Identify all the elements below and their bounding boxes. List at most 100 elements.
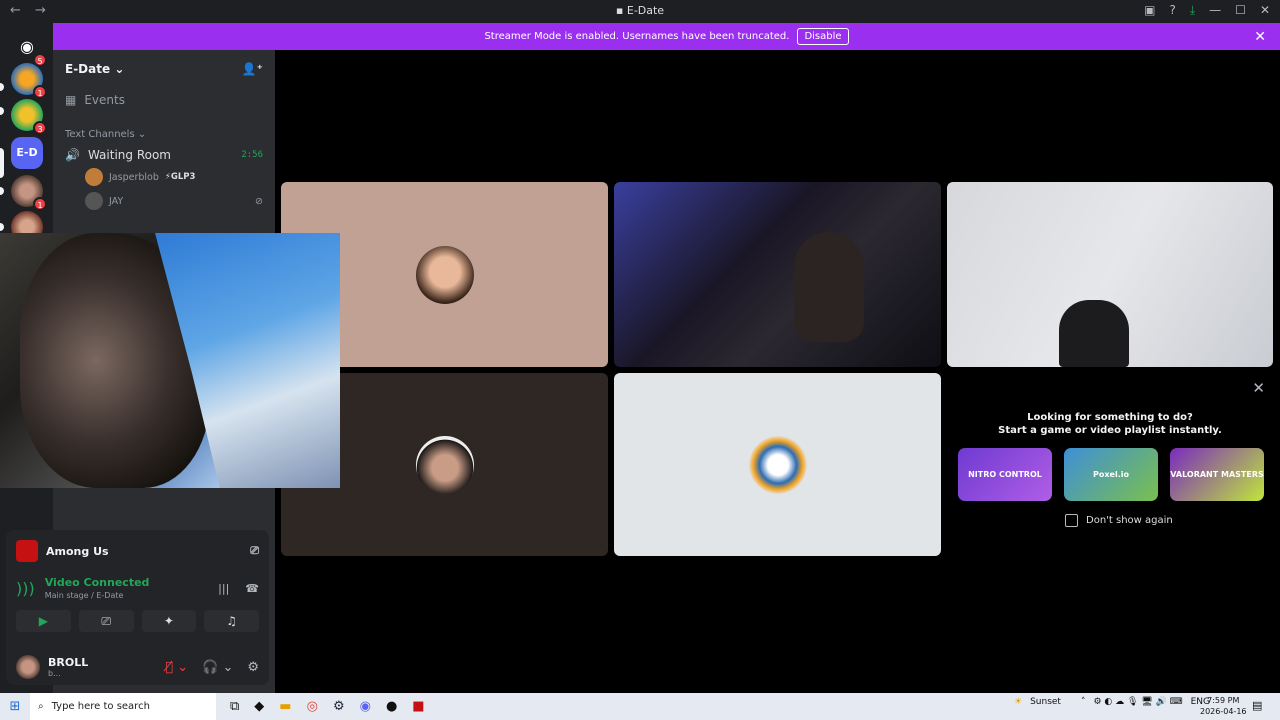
signal-icon[interactable]: ))) bbox=[16, 579, 35, 598]
voice-member[interactable]: JAY ⊘ bbox=[53, 192, 275, 210]
among-us-icon bbox=[16, 540, 38, 562]
speaker-icon: 🔊 bbox=[65, 148, 80, 162]
back-arrow-icon[interactable]: ← bbox=[10, 3, 21, 18]
search-icon: ⌕ bbox=[38, 701, 44, 712]
voice-member[interactable]: Jasperblob ⚡GLP3 bbox=[53, 168, 275, 186]
suggestion-line2: Start a game or video playlist instantly… bbox=[998, 425, 1222, 436]
copilot-icon[interactable]: ◆ bbox=[254, 699, 264, 714]
disconnect-icon[interactable]: ☎ bbox=[245, 582, 259, 595]
server-icon[interactable]: 1 bbox=[11, 175, 47, 211]
maximize-button[interactable]: ☐ bbox=[1235, 3, 1246, 18]
video-tile[interactable] bbox=[614, 182, 941, 367]
activity-suggestion: ✕ Looking for something to do? Start a g… bbox=[947, 373, 1273, 556]
member-name: JAY bbox=[109, 195, 124, 207]
server-icon[interactable]: 3 bbox=[11, 99, 47, 135]
help-icon[interactable]: ? bbox=[1169, 3, 1175, 18]
mute-microphone-icon[interactable]: 🎙̸ ⌄ bbox=[165, 660, 188, 675]
server-header[interactable]: E-Date ⌄ 👤⁺ bbox=[53, 50, 275, 87]
suggestion-line1: Looking for something to do? bbox=[1027, 412, 1193, 423]
inbox-icon[interactable]: ▣ bbox=[1144, 3, 1155, 18]
discord-home-icon[interactable]: ◉ 5 bbox=[11, 31, 47, 67]
chevron-down-icon: ⌄ bbox=[114, 62, 125, 76]
activity-card[interactable]: VALORANT MASTERS bbox=[1170, 448, 1264, 501]
suggestion-text: Looking for something to do? Start a gam… bbox=[947, 411, 1273, 437]
events-item[interactable]: ▦ Events bbox=[53, 87, 275, 113]
settings-gear-icon[interactable]: ⚙ bbox=[247, 660, 259, 675]
banner-text: Streamer Mode is enabled. Usernames have… bbox=[484, 31, 790, 42]
tray-icons[interactable]: ⚙ ◐ ☁ 🎙 🖥 🔊 ⌨ bbox=[1093, 697, 1182, 707]
activity-card[interactable]: NITRO CONTROL bbox=[958, 448, 1052, 501]
search-placeholder: Type here to search bbox=[51, 701, 150, 712]
server-icon-selected[interactable]: E-D bbox=[11, 137, 43, 169]
file-explorer-icon[interactable]: ▬ bbox=[279, 699, 291, 714]
events-label: Events bbox=[84, 93, 125, 107]
self-camera-preview[interactable] bbox=[0, 233, 340, 488]
user-status: b... bbox=[48, 669, 61, 678]
invite-icon[interactable]: 👤⁺ bbox=[242, 62, 263, 76]
forward-arrow-icon[interactable]: → bbox=[35, 3, 46, 18]
avatar bbox=[415, 435, 474, 494]
server-avatar bbox=[748, 435, 807, 494]
avatar bbox=[85, 168, 103, 186]
badge: 1 bbox=[33, 85, 47, 99]
checkbox[interactable] bbox=[1065, 514, 1078, 527]
clock-time: 7:59 PM bbox=[1207, 696, 1240, 705]
activity-row[interactable]: Among Us ⎚ bbox=[6, 530, 269, 572]
voice-channel-name: Waiting Room bbox=[87, 148, 171, 162]
connection-location: Main stage / E-Date bbox=[44, 591, 124, 600]
weather-label[interactable]: Sunset bbox=[1030, 697, 1061, 707]
window-title: ▪ E-Date bbox=[615, 4, 665, 17]
connection-status: Video Connected bbox=[44, 576, 150, 589]
streamer-figure bbox=[794, 232, 864, 342]
voice-connection: ))) Video Connected Main stage / E-Date … bbox=[6, 572, 269, 604]
show-hidden-icons[interactable]: ˄ bbox=[1081, 697, 1086, 707]
screen-share-icon[interactable]: ⎚ bbox=[250, 544, 259, 558]
member-tag: ⚡GLP3 bbox=[164, 172, 196, 182]
system-tray: ☀ Sunset ˄ ⚙ ◐ ☁ 🎙 🖥 🔊 ⌨ ENG bbox=[1014, 697, 1210, 707]
weather-icon[interactable]: ☀ bbox=[1014, 697, 1022, 707]
server-icon[interactable]: 1 bbox=[11, 63, 47, 99]
avatar bbox=[415, 245, 474, 304]
discord-taskbar-icon[interactable]: ◉ bbox=[360, 699, 371, 714]
activities-button[interactable]: ✦ bbox=[141, 610, 197, 632]
chrome-icon[interactable]: ◎ bbox=[307, 699, 318, 714]
muted-icon: ⊘ bbox=[255, 195, 263, 207]
task-view-icon[interactable]: ⧉ bbox=[230, 699, 239, 714]
activity-name: Among Us bbox=[46, 544, 109, 558]
noise-suppression-icon[interactable]: ||| bbox=[218, 582, 229, 595]
among-us-taskbar-icon[interactable]: ■ bbox=[412, 699, 424, 714]
system-clock[interactable]: 7:59 PM 2026-04-16 bbox=[1200, 695, 1247, 717]
voice-channel[interactable]: 🔊 Waiting Room 2:56 bbox=[53, 148, 275, 162]
avatar bbox=[85, 192, 103, 210]
notification-icon[interactable]: ▤ bbox=[1252, 699, 1262, 712]
minimize-button[interactable]: — bbox=[1209, 3, 1221, 18]
clock-date: 2026-04-16 bbox=[1200, 707, 1247, 716]
screen-share-button[interactable]: ⎚ bbox=[78, 610, 134, 632]
headphones-icon[interactable]: 🎧 ⌄ bbox=[202, 660, 233, 675]
dont-show-label: Don't show again bbox=[1086, 515, 1173, 526]
dont-show-again[interactable]: Don't show again bbox=[1065, 514, 1173, 527]
title-bar: ← → ▪ E-Date ▣ ? ⤓ — ☐ ✕ bbox=[0, 0, 1280, 23]
steam-icon[interactable]: ⚙ bbox=[333, 699, 345, 714]
app-icon[interactable]: ● bbox=[386, 699, 397, 714]
disable-button[interactable]: Disable bbox=[797, 28, 849, 45]
video-tile[interactable] bbox=[614, 373, 941, 556]
calendar-icon: ▦ bbox=[65, 93, 77, 107]
category-header[interactable]: Text Channels ⌄ bbox=[53, 129, 275, 140]
user-panel: BROLL b... 🎙̸ ⌄ 🎧 ⌄ ⚙ bbox=[6, 650, 269, 684]
streamer-figure bbox=[1059, 300, 1129, 367]
video-tile[interactable] bbox=[947, 182, 1273, 367]
close-banner-icon[interactable]: ✕ bbox=[1254, 29, 1266, 45]
avatar[interactable] bbox=[16, 655, 40, 679]
windows-start-icon[interactable]: ⊞ bbox=[0, 699, 30, 714]
close-icon[interactable]: ✕ bbox=[1252, 379, 1265, 397]
username: BROLL bbox=[48, 656, 89, 669]
activity-card[interactable]: Poxel.io bbox=[1064, 448, 1158, 501]
camera-button[interactable]: ▶ bbox=[16, 610, 71, 632]
download-icon[interactable]: ⤓ bbox=[1190, 3, 1195, 18]
badge: 3 bbox=[33, 121, 47, 135]
windows-taskbar: ⊞ ⌕ Type here to search ⧉ ◆ ▬ ◎ ⚙ ◉ ● ■ … bbox=[0, 693, 1280, 720]
close-window-button[interactable]: ✕ bbox=[1260, 3, 1270, 18]
taskbar-search[interactable]: ⌕ Type here to search bbox=[30, 693, 216, 720]
soundboard-button[interactable]: ♫ bbox=[204, 610, 259, 632]
